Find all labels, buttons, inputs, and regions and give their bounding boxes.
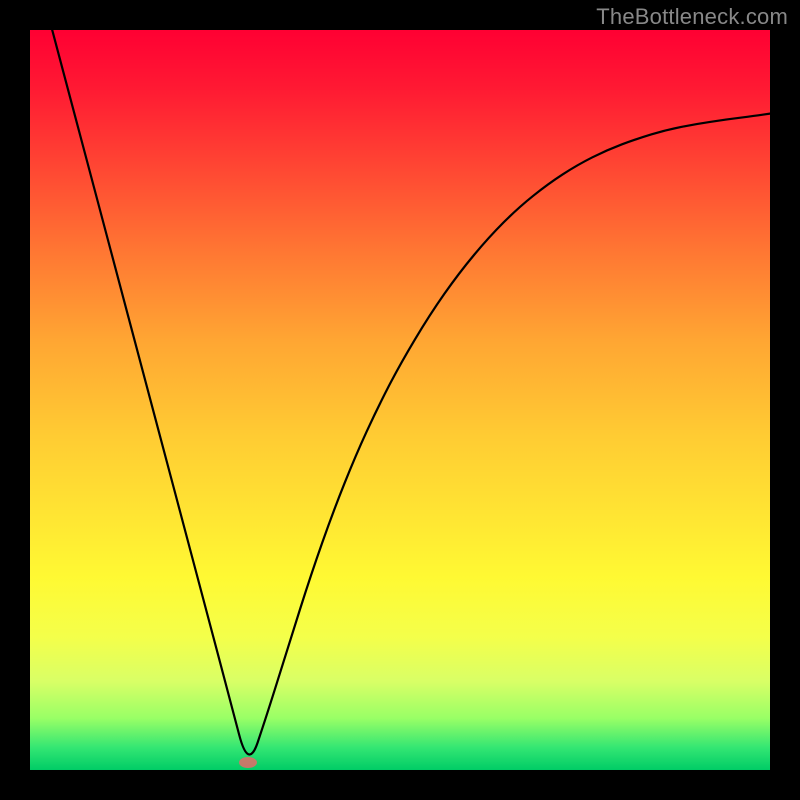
bottleneck-curve: [30, 30, 770, 770]
plot-area: [30, 30, 770, 770]
watermark-text: TheBottleneck.com: [596, 4, 788, 30]
chart-frame: TheBottleneck.com: [0, 0, 800, 800]
